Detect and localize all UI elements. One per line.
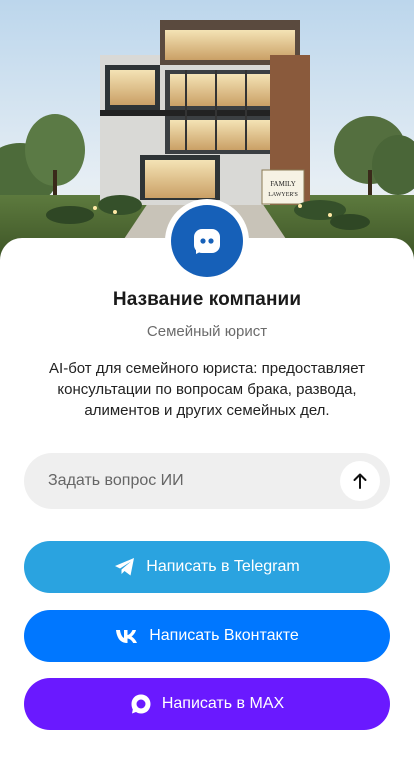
company-description: AI-бот для семейного юриста: предоставля… bbox=[49, 360, 365, 419]
max-button[interactable]: Написать в MAX bbox=[24, 678, 390, 730]
vk-button-label: Написать Вконтакте bbox=[149, 627, 299, 644]
vk-icon bbox=[115, 628, 139, 644]
send-button[interactable] bbox=[340, 461, 380, 501]
avatar bbox=[165, 199, 249, 283]
ask-ai-input[interactable] bbox=[48, 453, 348, 509]
company-role: Семейный юрист bbox=[146, 323, 268, 340]
ask-ai-field bbox=[24, 453, 390, 509]
max-button-label: Написать в MAX bbox=[161, 695, 285, 712]
hero-sign-line2: LAWYER'S bbox=[268, 192, 298, 198]
max-icon bbox=[130, 693, 152, 715]
hero-sign-line1: FAMILY bbox=[270, 180, 296, 188]
profile-page: FAMILY LAWYER'S Название компании Семейн… bbox=[0, 0, 414, 770]
telegram-button-label: Написать в Telegram bbox=[146, 558, 300, 575]
vk-button[interactable]: Написать Вконтакте bbox=[24, 610, 390, 662]
chat-bubble-icon bbox=[194, 229, 220, 254]
page-title: Название компании bbox=[112, 289, 302, 310]
telegram-icon bbox=[114, 557, 136, 577]
arrow-up-icon bbox=[353, 473, 367, 489]
telegram-button[interactable]: Написать в Telegram bbox=[24, 541, 390, 593]
avatar-badge bbox=[171, 205, 243, 277]
